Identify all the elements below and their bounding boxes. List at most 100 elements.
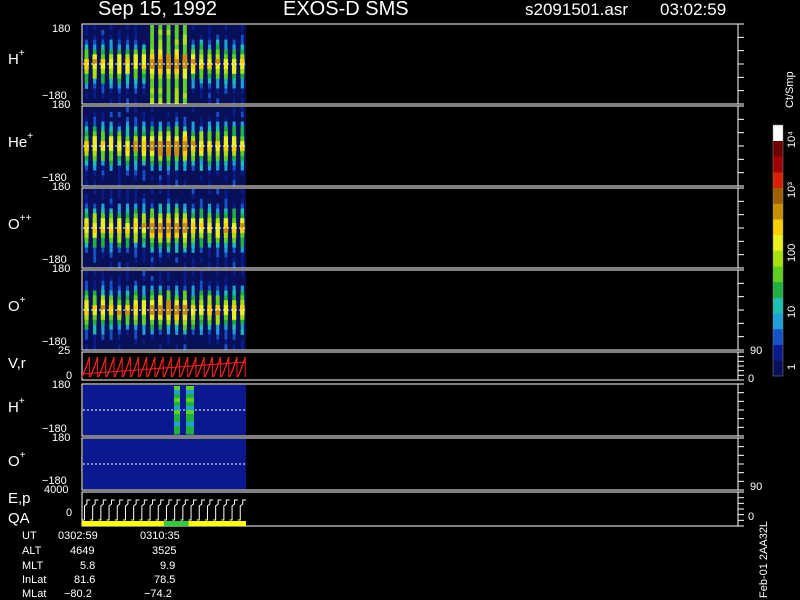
spectrogram-cell <box>216 88 219 94</box>
spectrogram-cell <box>232 160 236 166</box>
spectrogram-cell <box>240 252 244 258</box>
spectrogram-cell <box>223 228 229 234</box>
spectrogram-cell <box>232 83 236 89</box>
spectrogram-cell <box>191 203 195 209</box>
spectrogram-cell <box>208 252 211 258</box>
spectrogram-cell <box>199 300 204 306</box>
spectrogram-cell <box>84 310 89 316</box>
spectrogram-cell <box>224 344 228 350</box>
spectrogram-cell <box>232 175 236 181</box>
spectrogram-cell <box>134 189 137 195</box>
spectrogram-cell <box>207 146 212 152</box>
spectrogram-cell <box>150 324 154 330</box>
spectrogram-cell <box>224 88 228 94</box>
spectrogram-cell <box>141 155 146 162</box>
spectrogram-cell <box>199 203 203 209</box>
spectrogram-cell <box>167 121 170 127</box>
spectrogram-cell <box>231 228 237 234</box>
spectrogram-cell <box>223 310 229 316</box>
panel3-ymax: 180 <box>52 181 71 193</box>
spectrogram-cell <box>158 165 162 171</box>
spectrogram-cell <box>141 64 147 70</box>
spectrogram-cell <box>92 126 97 132</box>
spectrogram-cell <box>100 295 105 301</box>
spectrogram-cell <box>241 344 244 350</box>
spectrogram-cell <box>174 314 180 321</box>
spectrogram-cell <box>199 64 204 70</box>
spectrogram-cell <box>174 208 179 214</box>
spectrogram-cell <box>142 165 146 171</box>
spectrogram-cell <box>101 175 105 181</box>
spectrogram-cell <box>125 68 130 75</box>
spectrogram-cell <box>109 25 113 31</box>
spectrogram-cell <box>158 247 162 253</box>
spectrogram-cell <box>216 242 220 248</box>
info-v1-alt: 4649 <box>70 545 95 557</box>
spectrogram-cell <box>126 170 129 176</box>
spectrogram-cell <box>101 116 105 123</box>
spectrogram-cell <box>224 295 228 301</box>
spectrogram-cell <box>158 295 163 301</box>
spectrogram-cell <box>199 247 203 253</box>
spectrogram-cell <box>207 44 212 50</box>
spectrogram-cell <box>232 300 237 306</box>
spectrogram-cell <box>150 165 154 171</box>
file-name: s2091501.asr <box>525 0 629 19</box>
spectrogram-cell <box>199 73 204 80</box>
info-label-inlat: InLat <box>22 574 47 586</box>
info-v1-mlat: −80.2 <box>64 588 92 600</box>
low-spectrogram-cell <box>186 418 194 423</box>
spectrogram-cell <box>232 203 236 209</box>
spectrogram-cell <box>126 271 129 277</box>
spectrogram-cell <box>182 29 187 36</box>
spectrogram-cell <box>117 83 121 89</box>
spectrogram-cell <box>149 300 155 306</box>
spectrogram-cell <box>199 314 204 321</box>
spectrogram-cell <box>182 213 188 219</box>
spectrogram-cell <box>117 136 122 142</box>
spectrogram-cell <box>101 155 105 162</box>
spectrogram-cell <box>223 64 229 70</box>
spectrogram-cell <box>199 295 204 301</box>
colorbar-tick-1: 1 <box>786 363 798 370</box>
spectrogram-cell <box>207 295 212 301</box>
spectrogram-cell <box>199 49 204 55</box>
spectrogram-cell <box>92 310 97 316</box>
spectrogram-cell <box>182 314 188 321</box>
colorbar-segment <box>773 187 783 204</box>
spectrogram-cell <box>232 257 236 263</box>
spectrogram-cell <box>199 136 204 142</box>
spectrogram-cell <box>208 83 211 89</box>
spectrogram-cell <box>191 107 195 113</box>
spectrogram-cell <box>190 310 196 316</box>
spectrogram-cell <box>109 54 114 60</box>
spectrogram-cell <box>174 300 179 306</box>
spectrogram-cell <box>109 218 114 224</box>
spectrogram-cell <box>240 44 245 50</box>
spectrogram-cell <box>85 93 88 99</box>
spectrogram-cell <box>109 165 113 171</box>
spectrogram-cell <box>84 78 89 84</box>
spectrogram-cell <box>117 247 121 253</box>
spectrogram-cell <box>216 257 219 263</box>
spectrogram-cell <box>232 131 236 137</box>
spectrogram-cell <box>224 25 228 31</box>
spectrogram-cell <box>174 98 179 104</box>
spectrogram-cell <box>85 180 88 186</box>
spectrogram-cell <box>224 262 228 268</box>
spectrogram-cell <box>117 262 121 268</box>
spectrogram-cell <box>183 271 187 277</box>
spectrogram-cell <box>166 29 171 36</box>
spectrogram-cell <box>101 285 105 291</box>
spectrogram-cell <box>125 208 130 214</box>
spectrogram-cell <box>158 44 163 50</box>
spectrogram-cell <box>117 88 121 94</box>
spectrogram-cell <box>199 146 204 152</box>
spectrogram-cell <box>239 146 245 152</box>
spectrogram-cell <box>149 146 155 152</box>
spectrogram-cell <box>109 300 114 306</box>
low-spectrogram-cell <box>174 426 180 431</box>
spectrogram-cell <box>207 136 212 142</box>
spectrogram-cell <box>109 324 113 330</box>
spectrogram-cell <box>232 232 237 239</box>
